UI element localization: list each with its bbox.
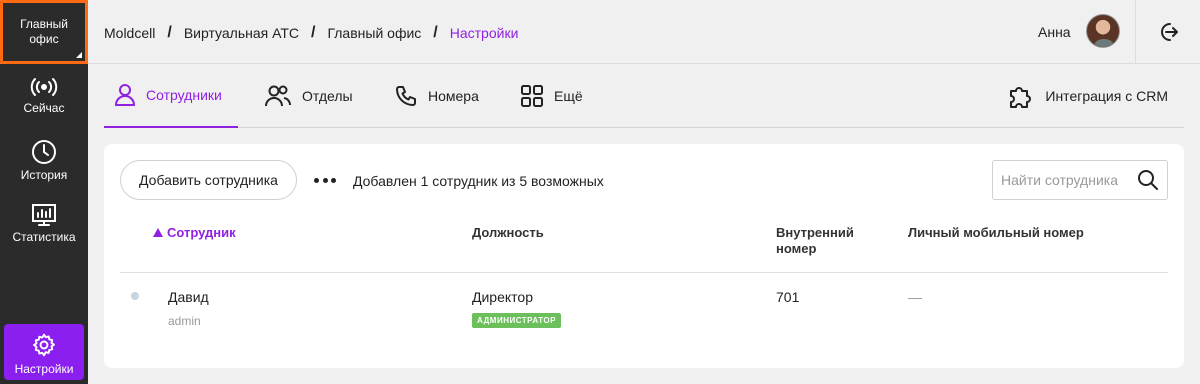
sidebar-item-label: Сейчас bbox=[23, 101, 65, 115]
tab-label: Отделы bbox=[302, 88, 353, 104]
tab-departments[interactable]: Отделы bbox=[264, 64, 353, 128]
people-icon bbox=[265, 85, 292, 107]
breadcrumb-separator: / bbox=[311, 24, 316, 41]
sidebar-item-label: Статистика bbox=[12, 230, 76, 244]
tab-more[interactable]: Ещё bbox=[520, 64, 583, 128]
employee-mobile: — bbox=[908, 289, 922, 305]
employee-count-text: Добавлен 1 сотрудник из 5 возможных bbox=[353, 173, 604, 189]
sidebar-item-now[interactable]: Сейчас bbox=[0, 76, 88, 136]
clock-icon bbox=[32, 140, 56, 164]
employee-position: Директор bbox=[472, 289, 533, 305]
tab-crm-integration[interactable]: Интеграция с CRM bbox=[1007, 64, 1168, 128]
tab-employees[interactable]: Сотрудники bbox=[104, 64, 238, 128]
office-name-line1: Главный bbox=[20, 17, 68, 31]
sort-asc-icon bbox=[153, 228, 163, 237]
employee-login: admin bbox=[168, 314, 201, 328]
column-header-mobile[interactable]: Личный мобильный номер bbox=[908, 225, 1084, 241]
column-header-extension[interactable]: Внутренний номер bbox=[776, 225, 854, 257]
search-input[interactable] bbox=[993, 161, 1133, 199]
breadcrumb-separator: / bbox=[167, 24, 172, 41]
role-badge: АДМИНИСТРАТОР bbox=[472, 313, 561, 328]
column-header-label: номер bbox=[776, 241, 817, 256]
sidebar-item-history[interactable]: История bbox=[0, 139, 88, 199]
top-header: Moldcell / Виртуальная АТС / Главный офи… bbox=[88, 0, 1200, 64]
status-indicator bbox=[131, 292, 139, 300]
avatar[interactable] bbox=[1086, 14, 1120, 48]
breadcrumb-separator: / bbox=[433, 24, 438, 41]
more-options-icon[interactable] bbox=[314, 170, 336, 190]
sidebar-item-settings[interactable]: Настройки bbox=[4, 324, 84, 380]
office-name-line2: офис bbox=[29, 32, 59, 46]
search-box bbox=[992, 160, 1168, 200]
puzzle-icon bbox=[1010, 87, 1032, 108]
employees-card: Добавить сотрудника Добавлен 1 сотрудник… bbox=[104, 144, 1184, 368]
dropdown-corner-icon bbox=[76, 52, 82, 58]
sidebar-item-statistics[interactable]: Статистика bbox=[0, 203, 88, 263]
column-header-label: Личный мобильный номер bbox=[908, 225, 1084, 240]
breadcrumb-item[interactable]: Moldcell bbox=[104, 25, 155, 41]
tab-label: Номера bbox=[428, 88, 479, 104]
column-header-label: Внутренний bbox=[776, 225, 854, 240]
column-header-position[interactable]: Должность bbox=[472, 225, 544, 241]
sidebar-item-label: История bbox=[20, 168, 68, 182]
logout-icon[interactable] bbox=[1156, 20, 1180, 44]
gear-icon bbox=[33, 333, 55, 357]
phone-icon bbox=[396, 86, 416, 106]
column-header-label: Сотрудник bbox=[167, 225, 236, 240]
column-header-label: Должность bbox=[472, 225, 544, 240]
header-divider bbox=[1135, 0, 1136, 64]
employee-extension: 701 bbox=[776, 289, 800, 305]
tab-label: Интеграция с CRM bbox=[1045, 88, 1168, 104]
user-name[interactable]: Анна bbox=[1038, 24, 1071, 40]
add-employee-button[interactable]: Добавить сотрудника bbox=[120, 160, 297, 200]
tab-numbers[interactable]: Номера bbox=[394, 64, 479, 128]
employee-name[interactable]: Давид bbox=[168, 289, 209, 305]
grid-icon bbox=[521, 85, 543, 107]
column-header-employee[interactable]: Сотрудник bbox=[153, 225, 236, 241]
sidebar: Главный офис Сейчас История Статистика Н… bbox=[0, 0, 88, 384]
office-selector[interactable]: Главный офис bbox=[0, 0, 88, 64]
tabs-bar: Сотрудники Отделы Номера Ещё Интеграция … bbox=[104, 64, 1184, 128]
person-icon bbox=[114, 84, 136, 106]
breadcrumb: Moldcell / Виртуальная АТС / Главный офи… bbox=[104, 24, 518, 42]
search-icon[interactable] bbox=[1137, 169, 1159, 191]
chart-icon bbox=[32, 204, 56, 226]
breadcrumb-item[interactable]: Виртуальная АТС bbox=[184, 25, 299, 41]
breadcrumb-item[interactable]: Главный офис bbox=[327, 25, 421, 41]
broadcast-icon bbox=[30, 78, 58, 96]
header-divider bbox=[120, 272, 1168, 273]
tab-label: Ещё bbox=[554, 88, 583, 104]
sidebar-item-label: Настройки bbox=[14, 362, 74, 376]
breadcrumb-current: Настройки bbox=[449, 25, 519, 41]
tab-label: Сотрудники bbox=[146, 87, 222, 103]
